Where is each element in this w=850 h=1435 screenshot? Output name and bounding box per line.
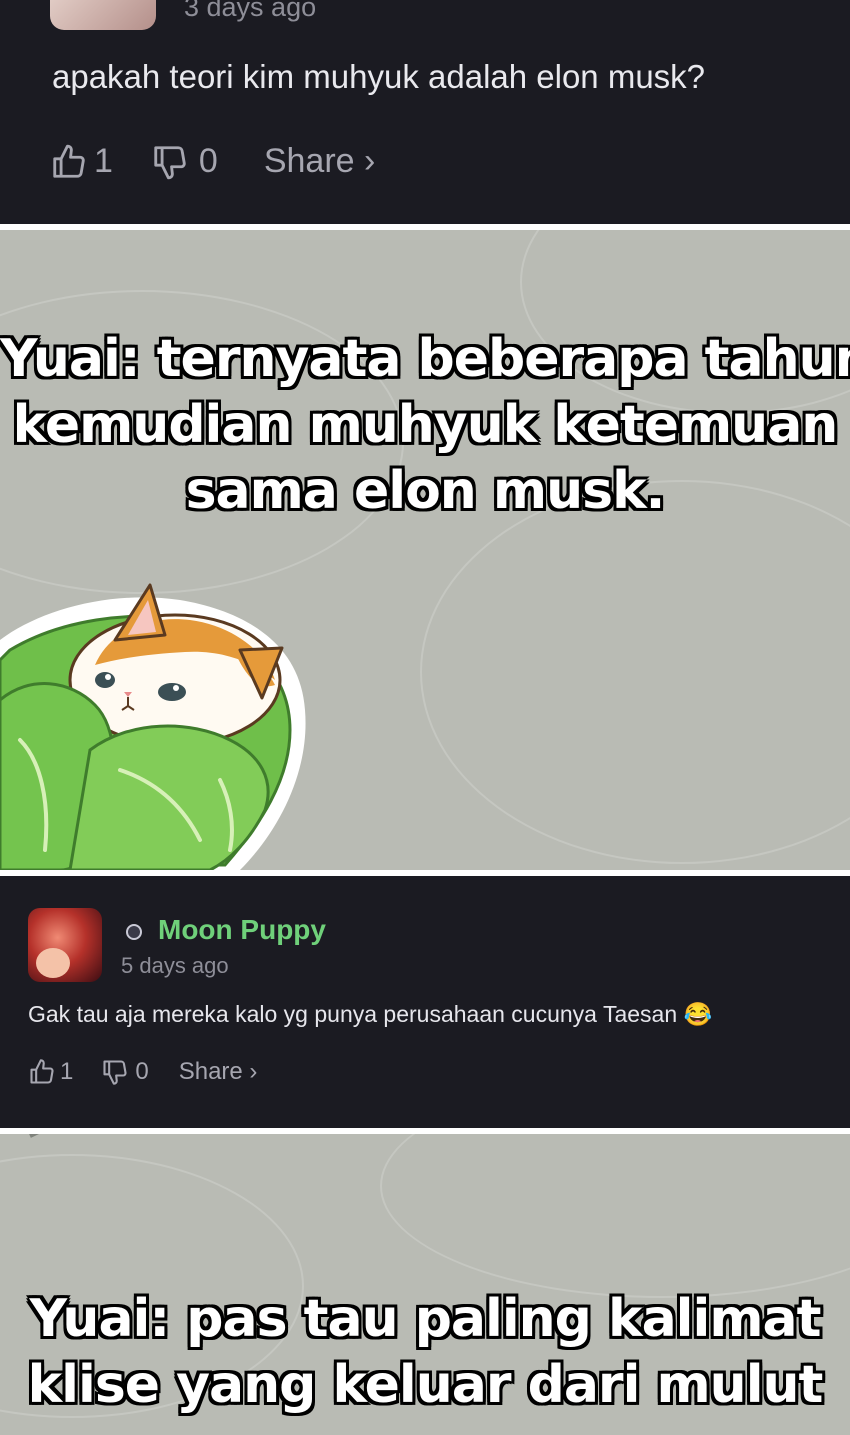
- top-comment-panel: 3 days ago apakah teori kim muhyuk adala…: [0, 0, 850, 224]
- avatar[interactable]: [50, 0, 156, 30]
- meme-panel-2: Yuai: pas tau paling kalimat klise yang …: [0, 1134, 850, 1435]
- like-count: 1: [94, 142, 113, 180]
- share-button[interactable]: Share ›: [264, 142, 376, 181]
- comment-time: 3 days ago: [184, 0, 317, 22]
- comment-actions: 1 0 Share ›: [50, 142, 375, 181]
- meme-panel-1: Yuai: ternyata beberapa tahun kemudian m…: [0, 230, 850, 870]
- like-button[interactable]: 1: [50, 142, 113, 181]
- caption-line: klise yang keluar dari mulut: [27, 1355, 824, 1415]
- caption-line: kemudian muhyuk ketemuan: [12, 395, 839, 455]
- dislike-count: 0: [135, 1058, 149, 1085]
- like-button[interactable]: 1: [28, 1058, 73, 1086]
- comment-actions: 1 0 Share ›: [28, 1058, 257, 1086]
- dislike-count: 0: [198, 142, 218, 180]
- dislike-button[interactable]: 0: [151, 142, 218, 181]
- meme-caption-1: Yuai: ternyata beberapa tahun kemudian m…: [0, 326, 850, 524]
- share-label: Share ›: [178, 1058, 258, 1085]
- crack-decoration: [29, 1134, 95, 1138]
- dislike-button[interactable]: 0: [101, 1058, 149, 1086]
- thumbs-up-icon: [30, 1059, 54, 1084]
- swirl-decoration: [420, 480, 850, 864]
- like-count: 1: [60, 1058, 74, 1085]
- caption-line: Yuai: ternyata beberapa tahun: [0, 329, 850, 389]
- meme-caption-2: Yuai: pas tau paling kalimat klise yang …: [0, 1286, 850, 1418]
- caption-line: Yuai: pas tau paling kalimat: [29, 1289, 822, 1349]
- badge-icon: [126, 924, 142, 940]
- swirl-decoration: [380, 1134, 850, 1298]
- comment-time: 5 days ago: [121, 953, 229, 978]
- comment-text: Gak tau aja mereka kalo yg punya perusah…: [28, 1001, 713, 1027]
- caption-line: sama elon musk.: [185, 461, 666, 521]
- avatar[interactable]: [28, 908, 102, 982]
- thumbs-down-icon: [103, 1060, 127, 1085]
- share-button[interactable]: Share ›: [179, 1058, 258, 1086]
- thumbs-up-icon: [53, 144, 85, 178]
- share-label: Share ›: [263, 142, 376, 180]
- thumbs-down-icon: [154, 145, 186, 179]
- comment-text: apakah teori kim muhyuk adalah elon musk…: [52, 58, 706, 95]
- username[interactable]: Moon Puppy: [158, 914, 326, 946]
- cat-cabbage-sticker: [0, 583, 306, 870]
